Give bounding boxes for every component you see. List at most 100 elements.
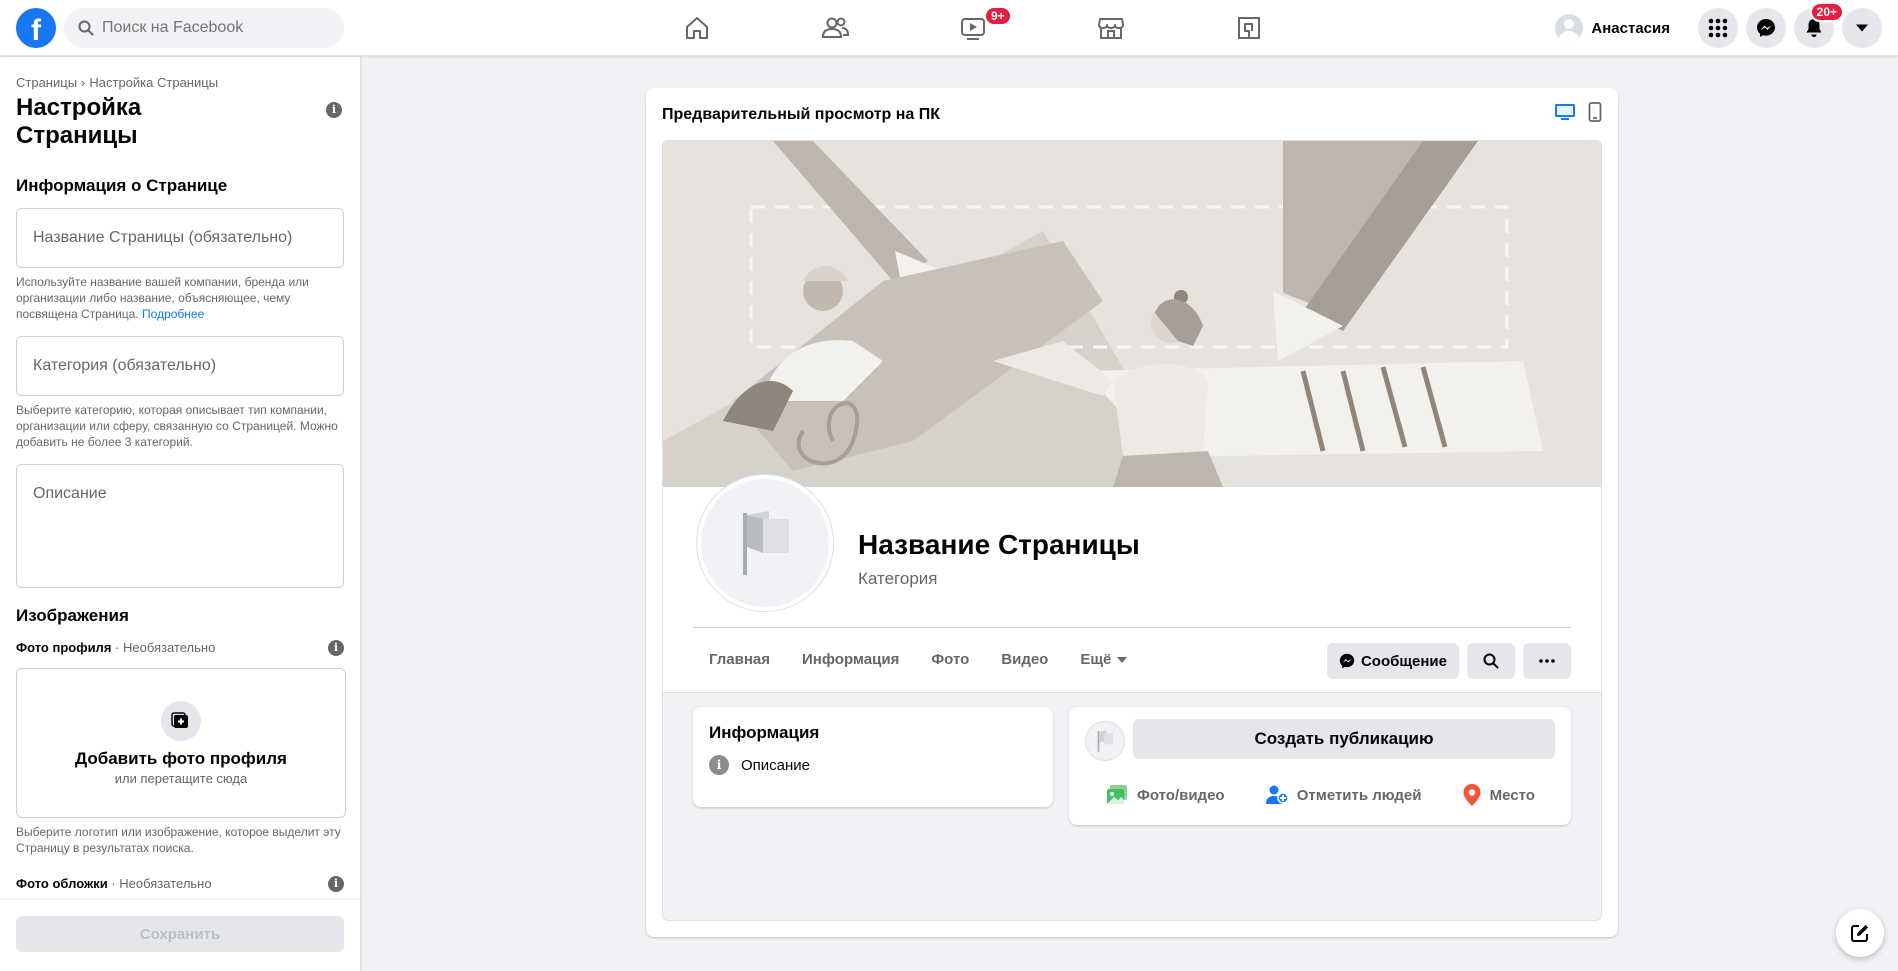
- marketplace-icon: [1098, 18, 1124, 39]
- mobile-view-button[interactable]: [1588, 102, 1602, 127]
- profile-picture[interactable]: [697, 475, 833, 611]
- profile-photo-row: Фото профиля · Необязательно i: [16, 640, 344, 656]
- add-photo-icon: [161, 700, 201, 741]
- desktop-icon: [1555, 104, 1575, 120]
- preview-category: Категория: [858, 569, 938, 588]
- flag-icon: [1097, 730, 1113, 752]
- new-message-button[interactable]: [1836, 909, 1884, 957]
- compose-icon: [1851, 925, 1868, 942]
- user-name: Анастасия: [1591, 19, 1670, 37]
- avatar: [1555, 14, 1584, 42]
- page-avatar: [1085, 721, 1125, 761]
- category-field[interactable]: Категория (обязательно): [16, 336, 344, 396]
- nav-gaming[interactable]: [1180, 0, 1318, 56]
- page-name-hint: Используйте название вашей компании, бре…: [16, 274, 344, 322]
- tag-people-action[interactable]: Отметить людей: [1265, 783, 1422, 807]
- page-title: Настройка Страницы: [16, 94, 142, 149]
- cover-illustration: [663, 141, 1601, 487]
- page-info-heading: Информация о Странице: [16, 176, 228, 195]
- photo-video-action[interactable]: Фото/видео: [1105, 783, 1225, 807]
- check-in-label: Место: [1489, 786, 1535, 804]
- about-card-title: Информация: [709, 723, 820, 742]
- page-header: Название Страницы Категория Главная Инфо…: [663, 475, 1601, 693]
- page-setup-panel: Страницы › Настройка Страницы Настройка Ст…: [0, 57, 360, 971]
- profile-photo-upload[interactable]: Добавить фото профиля или перетащите сюд…: [16, 668, 346, 818]
- nav-friends[interactable]: [766, 0, 904, 56]
- profile-shortcut[interactable]: Анастасия: [1551, 10, 1680, 46]
- info-icon[interactable]: i: [326, 102, 342, 118]
- cover-photo-info-icon[interactable]: i: [328, 876, 344, 892]
- cover-photo-row: Фото обложки · Необязательно i: [16, 876, 344, 892]
- preview-page-name: Название Страницы: [858, 529, 1140, 560]
- desktop-preview-card: Предварительный просмотр на ПК Название …: [646, 88, 1618, 937]
- search-input[interactable]: [102, 19, 322, 37]
- about-description-item: i Описание: [709, 755, 1037, 775]
- cover-photo-optional: · Необязательно: [111, 876, 212, 891]
- save-button[interactable]: Сохранить: [16, 916, 344, 952]
- tab-more[interactable]: Ещё: [1064, 639, 1143, 681]
- more-dots-icon: [1539, 659, 1555, 663]
- profile-photo-hint: Выберите логотип или изображение, которо…: [16, 825, 341, 855]
- create-post-button[interactable]: Создать публикацию: [1133, 719, 1555, 759]
- tab-videos[interactable]: Видео: [985, 639, 1064, 681]
- tag-people-icon: [1265, 785, 1289, 804]
- profile-photo-label: Фото профиля: [16, 640, 112, 655]
- nav-watch[interactable]: 9+: [904, 0, 1042, 56]
- desktop-view-button[interactable]: [1554, 102, 1576, 127]
- add-profile-photo-label: Добавить фото профиля: [75, 748, 287, 768]
- search-box[interactable]: [64, 8, 344, 48]
- page-preview-frame: Название Страницы Категория Главная Инфо…: [662, 140, 1602, 921]
- divider: [693, 627, 1571, 628]
- tab-home[interactable]: Главная: [693, 639, 786, 681]
- breadcrumb-pages[interactable]: Страницы: [16, 75, 77, 90]
- menu-button[interactable]: [1698, 8, 1738, 48]
- about-description-label: Описание: [741, 756, 811, 774]
- post-actions: Фото/видео Отметить людей Место: [1085, 783, 1555, 807]
- photo-video-label: Фото/видео: [1137, 786, 1225, 804]
- page-actions: Сообщение: [1319, 643, 1571, 679]
- device-toggle: [1542, 102, 1602, 127]
- chevron-down-icon: [1856, 24, 1868, 32]
- category-hint: Выберите категорию, которая описывает ти…: [16, 403, 338, 449]
- gaming-icon: [1238, 17, 1260, 39]
- page-tabs: Главная Информация Фото Видео Ещё: [693, 639, 1143, 681]
- message-button[interactable]: Сообщение: [1326, 643, 1459, 679]
- account-menu-button[interactable]: [1842, 8, 1882, 48]
- learn-more-link[interactable]: Подробнее: [142, 307, 204, 321]
- nav-marketplace[interactable]: [1042, 0, 1180, 56]
- notifications-badge: 20+: [1809, 2, 1844, 22]
- tab-more-label: Ещё: [1080, 651, 1112, 668]
- main-nav: 9+: [628, 0, 1318, 56]
- breadcrumb-current: Настройка Страницы: [89, 75, 219, 90]
- account-controls: Анастасия 20+: [1551, 2, 1882, 48]
- profile-photo-optional: · Необязательно: [115, 640, 216, 655]
- about-card: Информация i Описание: [693, 707, 1053, 807]
- home-icon: [686, 17, 708, 39]
- notifications-button[interactable]: 20+: [1794, 2, 1844, 48]
- messenger-icon: [1757, 19, 1775, 37]
- tag-people-label: Отметить людей: [1296, 786, 1422, 804]
- check-in-action[interactable]: Место: [1462, 783, 1535, 807]
- profile-photo-info-icon[interactable]: i: [328, 640, 344, 656]
- facebook-logo[interactable]: f: [16, 8, 56, 48]
- images-heading: Изображения: [16, 606, 129, 625]
- message-button-label: Сообщение: [1360, 652, 1447, 670]
- messenger-button[interactable]: [1746, 8, 1786, 48]
- nav-home[interactable]: [628, 0, 766, 56]
- tab-about[interactable]: Информация: [786, 639, 915, 681]
- mobile-icon: [1588, 102, 1602, 122]
- more-options-button[interactable]: [1523, 643, 1571, 679]
- description-placeholder: Описание: [33, 485, 107, 502]
- tab-photos[interactable]: Фото: [915, 639, 985, 681]
- description-field[interactable]: Описание: [16, 464, 344, 588]
- watch-icon: [961, 18, 985, 40]
- top-navigation-bar: f 9+ Анастасия: [0, 0, 1898, 56]
- breadcrumb: Страницы › Настройка Страницы: [16, 75, 219, 90]
- save-bar: Сохранить: [0, 900, 360, 971]
- page-search-button[interactable]: [1467, 643, 1515, 679]
- category-placeholder: Категория (обязательно): [33, 357, 217, 374]
- flag-icon: [743, 511, 789, 575]
- friends-icon: [821, 17, 849, 38]
- page-name-field[interactable]: Название Страницы (обязательно): [16, 208, 344, 268]
- search-icon: [78, 20, 94, 36]
